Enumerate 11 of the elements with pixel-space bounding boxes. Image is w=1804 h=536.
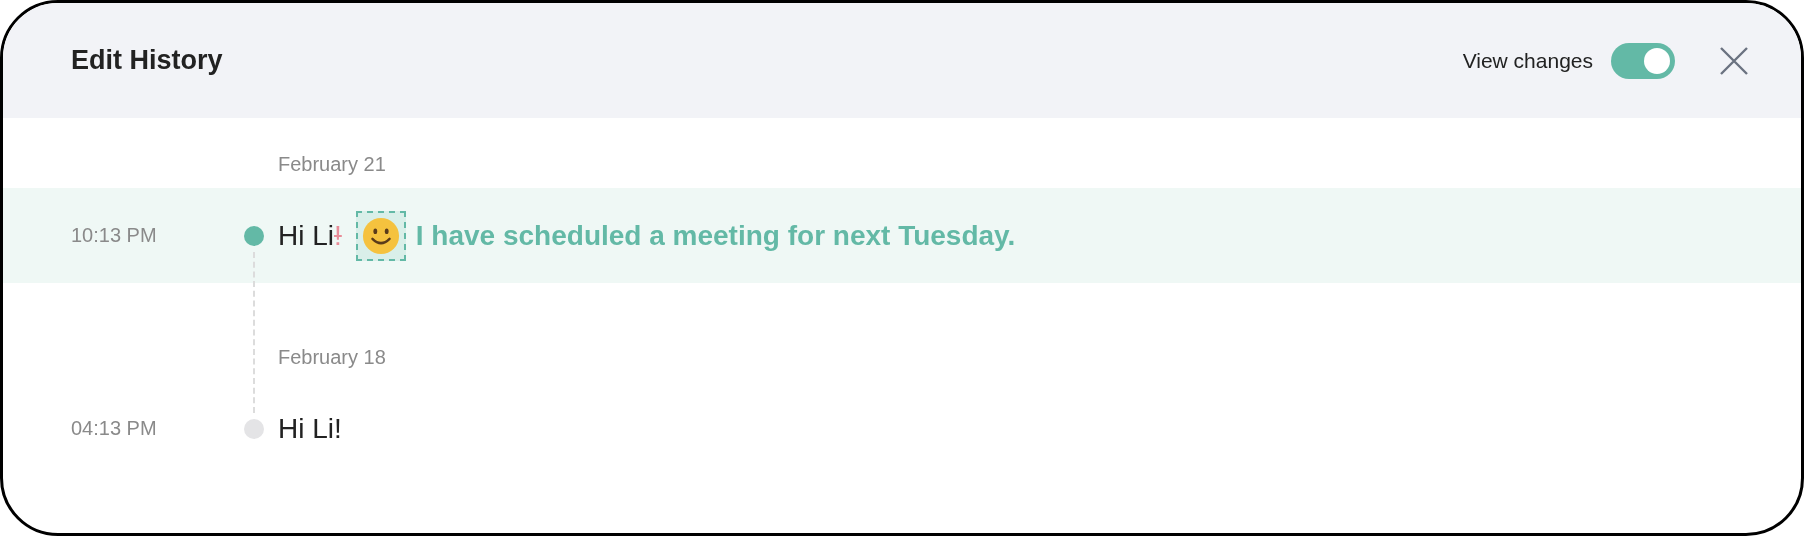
close-icon[interactable]: [1719, 45, 1749, 76]
added-text: I have scheduled a meeting for next Tuesday.: [415, 219, 1016, 252]
toggle-label: View changes: [1462, 48, 1593, 73]
deleted-text: !: [334, 219, 342, 252]
message-text: Hi Li: [278, 219, 334, 252]
message-text: Hi Li!: [278, 412, 342, 445]
smiley-icon: [361, 216, 400, 255]
view-changes-toggle[interactable]: [1611, 42, 1675, 79]
timestamp: 10:13 PM: [70, 224, 158, 247]
dialog-title: Edit History: [71, 45, 223, 76]
timestamp: 04:13 PM: [70, 417, 158, 440]
